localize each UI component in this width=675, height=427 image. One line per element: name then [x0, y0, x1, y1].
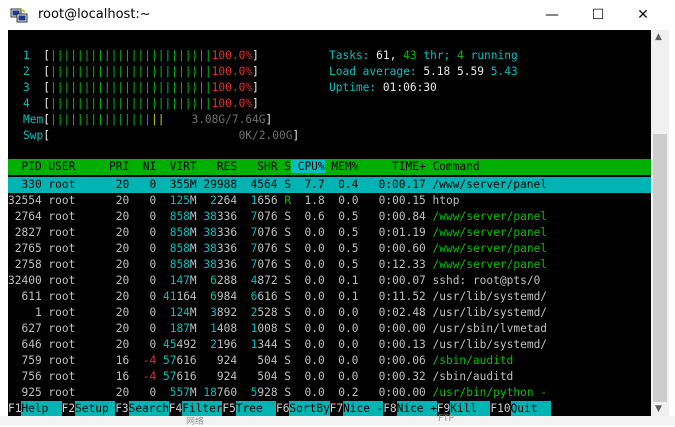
process-row[interactable]: 756 root 16 -4 57616 924 504 S 0.0 0.0 0… — [8, 369, 554, 385]
process-row[interactable]: 2827 root 20 0 858M 38336 7076 S 0.0 0.5… — [8, 225, 554, 241]
minimize-icon: — — [545, 7, 559, 23]
fkey-f7[interactable]: F7 — [330, 401, 343, 416]
fkey-label-f9[interactable]: Kill — [450, 401, 491, 416]
fkey-f5[interactable]: F5 — [222, 401, 235, 416]
scrollbar-thumb[interactable] — [653, 134, 667, 402]
process-row[interactable]: 2765 root 20 0 858M 38336 7076 S 0.0 0.5… — [8, 241, 554, 257]
close-button[interactable]: ✕ — [621, 3, 665, 27]
fkey-f2[interactable]: F2 — [62, 401, 75, 416]
title-bar: root@localhost:~ — ☐ ✕ — [0, 0, 675, 30]
column-header-pri[interactable]: PRI — [109, 160, 129, 173]
process-row[interactable]: 646 root 20 0 45492 2196 1344 S 0.0 0.0 … — [8, 337, 554, 353]
column-header-ni[interactable]: NI — [129, 160, 156, 173]
fkey-label-f8[interactable]: Nice + — [396, 401, 437, 416]
process-row[interactable]: 2764 root 20 0 858M 38336 7076 S 0.6 0.5… — [8, 209, 554, 225]
column-headers[interactable]: PID USER PRI NI VIRT RES SHR S CPU% MEM%… — [8, 159, 651, 175]
fkey-label-f3[interactable]: Search — [128, 401, 169, 416]
column-header-cmd[interactable]: Command — [426, 160, 554, 173]
process-row[interactable]: 627 root 20 0 187M 1408 1008 S 0.0 0.0 0… — [8, 321, 554, 337]
fkey-f3[interactable]: F3 — [115, 401, 128, 416]
uptime: Uptime: 01:06:30 — [329, 81, 437, 94]
process-table-header: PID USER PRI NI VIRT RES SHR S CPU% MEM%… — [8, 159, 651, 175]
cpu-meter-3: 3 [||||||||||||||||||||||||100.0%] — [23, 81, 259, 94]
load-average: Load average: 5.18 5.59 5.43 — [329, 65, 518, 78]
behind-label-left: 网络 — [186, 417, 205, 427]
terminal-area[interactable]: 1 [||||||||||||||||||||||||100.0%] 2 [||… — [8, 30, 651, 416]
scroll-down-icon[interactable]: ▼ — [655, 404, 662, 414]
column-header-s[interactable]: S — [277, 160, 291, 173]
cpu-meter-1: 1 [||||||||||||||||||||||||100.0%] — [23, 49, 259, 62]
swap-meter: Swp[ 0K/2.00G] — [23, 129, 300, 142]
column-header-time[interactable]: TIME+ — [358, 160, 426, 173]
fkey-label-f2[interactable]: Setup — [75, 401, 116, 416]
process-row[interactable]: 1 root 20 0 124M 3892 2528 S 0.0 0.0 0:0… — [8, 305, 554, 321]
process-row[interactable]: 2758 root 20 0 858M 38336 7076 S 0.0 0.5… — [8, 257, 554, 273]
fkey-label-f5[interactable]: Tree — [235, 401, 276, 416]
putty-app-icon[interactable] — [10, 7, 28, 23]
column-header-pid[interactable]: PID — [8, 160, 41, 173]
process-row[interactable]: 330 root 20 0 355M 29988 4564 S 7.7 0.4 … — [8, 177, 554, 193]
window-title: root@localhost:~ — [38, 7, 151, 22]
column-header-virt[interactable]: VIRT — [156, 160, 197, 173]
cpu-meter-4: 4 [||||||||||||||||||||||||100.0%] — [23, 97, 259, 110]
column-header-res[interactable]: RES — [197, 160, 237, 173]
process-row[interactable]: 32554 root 20 0 125M 2264 1656 R 1.8 0.0… — [8, 193, 554, 209]
column-header-mem[interactable]: MEM% — [325, 160, 358, 173]
process-row[interactable]: 759 root 16 -4 57616 924 504 S 0.0 0.0 0… — [8, 353, 554, 369]
fkey-label-f6[interactable]: SortBy — [289, 401, 330, 416]
fkey-f10[interactable]: F10 — [490, 401, 510, 416]
minimize-button[interactable]: — — [530, 3, 574, 27]
column-header-user[interactable]: USER — [42, 160, 109, 173]
process-row[interactable]: 925 root 20 0 557M 18760 5928 S 0.0 0.2 … — [8, 385, 554, 401]
close-icon: ✕ — [637, 7, 649, 23]
fkey-f4[interactable]: F4 — [169, 401, 182, 416]
process-row[interactable]: 611 root 20 0 41164 6984 6616 S 0.0 0.1 … — [8, 289, 554, 305]
process-row[interactable]: 32400 root 20 0 147M 6288 4872 S 0.0 0.1… — [8, 273, 554, 289]
fkey-f1[interactable]: F1 — [8, 401, 21, 416]
fkey-label-f1[interactable]: Help — [21, 401, 62, 416]
background-window-strip: 网络 FTP — [0, 414, 675, 427]
fkey-label-f10[interactable]: Quit — [510, 401, 551, 416]
tasks-summary: Tasks: 61, 43 thr; 4 running — [329, 49, 518, 62]
scroll-up-icon[interactable]: ▲ — [655, 32, 662, 42]
function-key-bar: F1 Help F2 Setup F3 Search F4 Filter F5 Tree F6… — [8, 401, 651, 416]
fkey-f8[interactable]: F8 — [383, 401, 396, 416]
maximize-icon: ☐ — [591, 7, 605, 23]
vertical-scrollbar[interactable]: ▲ ▼ — [651, 30, 669, 416]
fkey-f6[interactable]: F6 — [276, 401, 289, 416]
column-header-shr[interactable]: SHR — [237, 160, 277, 173]
column-header-cpu[interactable]: CPU% — [290, 160, 325, 173]
mem-meter: Mem[||||||||||||||||| 3.08G/7.64G] — [23, 113, 273, 126]
maximize-button[interactable]: ☐ — [576, 3, 620, 27]
behind-label-right: FTP — [438, 414, 454, 424]
cpu-meter-2: 2 [||||||||||||||||||||||||100.0%] — [23, 65, 259, 78]
fkey-label-f7[interactable]: Nice - — [343, 401, 383, 416]
